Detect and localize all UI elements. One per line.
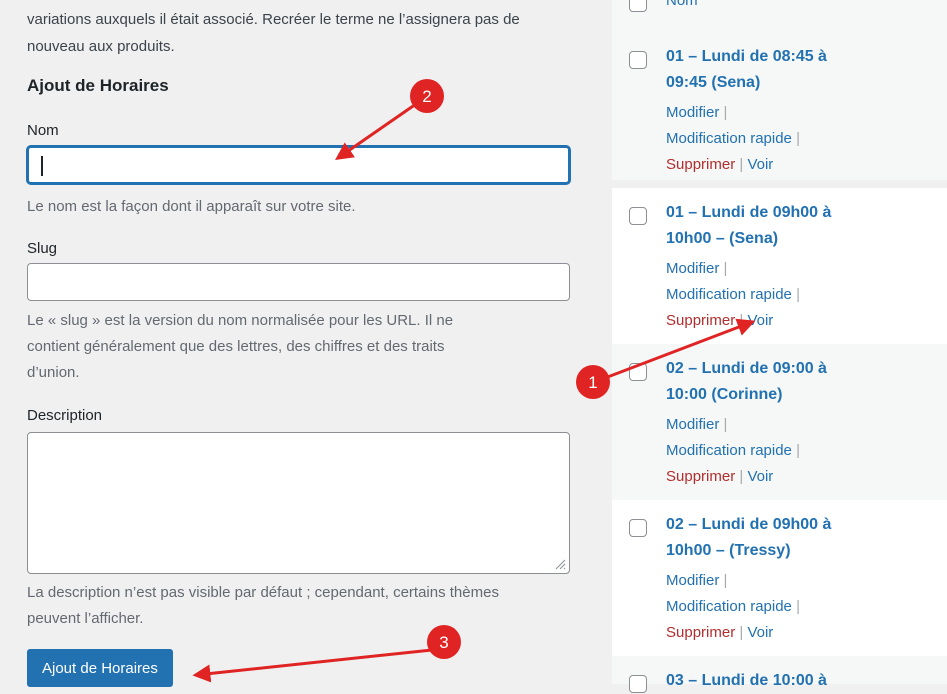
form-title: Ajout de Horaires (27, 76, 169, 95)
delete-link[interactable]: Supprimer (666, 468, 735, 485)
row-checkbox[interactable] (629, 363, 647, 381)
view-link[interactable]: Voir (747, 624, 773, 641)
slug-label: Slug (27, 240, 58, 257)
quick-edit-link[interactable]: Modification rapide (666, 598, 792, 615)
delete-link[interactable]: Supprimer (666, 624, 735, 641)
table-row: 03 – Lundi de 10:00 à (612, 656, 947, 693)
table-row: 01 – Lundi de 08:45 à 09:45 (Sena) Modif… (612, 24, 947, 180)
row-checkbox[interactable] (629, 207, 647, 225)
table-row: 02 – Lundi de 09:00 à 10:00 (Corinne) Mo… (612, 344, 947, 500)
slug-help: Le « slug » est la version du nom normal… (27, 312, 454, 381)
quick-edit-link[interactable]: Modification rapide (666, 130, 792, 147)
name-input[interactable] (27, 146, 570, 184)
description-label: Description (27, 407, 103, 424)
row-title-link[interactable]: 01 – Lundi de 08:45 à 09:45 (Sena) (666, 44, 866, 96)
table-row: 02 – Lundi de 09h00 à 10h00 – (Tressy) M… (612, 500, 947, 656)
quick-edit-link[interactable]: Modification rapide (666, 442, 792, 459)
name-label: Nom (27, 122, 59, 139)
text-caret (41, 156, 43, 176)
edit-link[interactable]: Modifier (666, 572, 719, 589)
add-schedule-button[interactable]: Ajout de Horaires (27, 649, 173, 687)
row-title-link[interactable]: 01 – Lundi de 09h00 à 10h00 – (Sena) (666, 200, 866, 252)
name-help: Le nom est la façon dont il apparaît sur… (27, 198, 356, 215)
slug-input[interactable] (27, 263, 570, 301)
row-checkbox[interactable] (629, 675, 647, 693)
edit-link[interactable]: Modifier (666, 260, 719, 277)
view-link[interactable]: Voir (747, 156, 773, 173)
row-actions: Modifier | (666, 104, 728, 121)
delete-link[interactable]: Supprimer (666, 156, 735, 173)
intro-text: variations auxquels il était associé. Re… (27, 11, 520, 55)
add-term-form: variations auxquels il était associé. Re… (0, 0, 600, 687)
view-link[interactable]: Voir (747, 312, 773, 329)
select-all-checkbox[interactable] (629, 0, 647, 12)
row-title-link[interactable]: 02 – Lundi de 09h00 à 10h00 – (Tressy) (666, 512, 866, 564)
delete-link[interactable]: Supprimer (666, 312, 735, 329)
row-title-link[interactable]: 03 – Lundi de 10:00 à (666, 668, 866, 694)
description-help: La description n’est pas visible par déf… (27, 584, 499, 627)
terms-list: Nom 01 – Lundi de 08:45 à 09:45 (Sena) M… (612, 0, 947, 693)
quick-edit-link[interactable]: Modification rapide (666, 286, 792, 303)
edit-link[interactable]: Modifier (666, 416, 719, 433)
resize-grip-icon[interactable] (554, 558, 566, 570)
column-header-name[interactable]: Nom (666, 0, 698, 9)
description-textarea[interactable] (27, 432, 570, 574)
view-link[interactable]: Voir (747, 468, 773, 485)
list-header: Nom (612, 0, 947, 24)
table-row: 01 – Lundi de 09h00 à 10h00 – (Sena) Mod… (612, 188, 947, 344)
row-title-link[interactable]: 02 – Lundi de 09:00 à 10:00 (Corinne) (666, 356, 866, 408)
row-checkbox[interactable] (629, 519, 647, 537)
edit-link[interactable]: Modifier (666, 104, 719, 121)
row-checkbox[interactable] (629, 51, 647, 69)
